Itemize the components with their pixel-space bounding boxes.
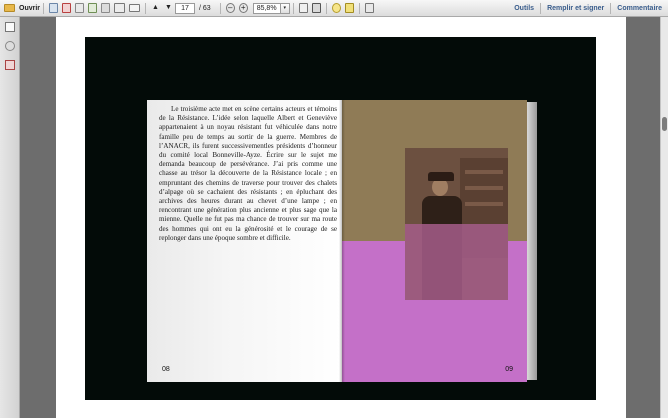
expand-icon[interactable] [364,3,374,13]
folder-icon [4,4,15,12]
comment-icon[interactable] [331,3,341,13]
open-book-image: Le troisième acte met en scène certains … [147,100,537,382]
toolbar: Ouvrir ▲ ▼ 17 / 63 – + 85,8% ▾ Outils Re… [0,0,668,17]
archive-photo [405,148,508,300]
toolbar-divider [145,2,147,14]
attachment-icon[interactable] [5,41,15,51]
right-book-page: 09 [342,100,527,382]
navigation-pane [0,17,20,418]
toolbar-divider [292,2,294,14]
open-label: Ouvrir [19,4,41,12]
toolbar-divider [358,2,360,14]
pages-icon[interactable] [5,22,15,32]
page-total: / 63 [199,4,211,12]
document-area: Le troisième acte met en scène certains … [20,17,660,418]
upload-icon[interactable] [75,3,85,13]
tools-link[interactable]: Outils [508,5,540,12]
share-icon[interactable] [88,3,98,13]
page-photo-background: Le troisième acte met en scène certains … [85,37,596,400]
page-number-input[interactable]: 17 [175,2,196,14]
minus-icon[interactable]: – [225,3,235,13]
vertical-scrollbar[interactable] [660,17,668,418]
toolbar-links: Outils Remplir et signer Commentaire [508,0,668,17]
email-icon[interactable] [129,4,141,12]
toolbar-divider [219,2,221,14]
toolbar-divider [325,2,327,14]
edit-icon[interactable] [62,3,72,13]
arrow-down-icon[interactable]: ▼ [164,3,173,13]
book-gutter [339,100,345,382]
chevron-down-icon[interactable]: ▾ [280,2,290,14]
pdf-page: Le troisième acte met en scène certains … [56,17,626,418]
save-icon[interactable] [101,3,111,13]
print-icon[interactable] [114,3,126,13]
highlight-icon[interactable] [344,3,354,13]
fill-sign-link[interactable]: Remplir et signer [541,5,610,12]
scrollbar-thumb[interactable] [662,117,667,131]
photo-window [465,170,503,174]
left-page-number: 08 [162,366,170,373]
zoom-input[interactable]: 85,8% [252,2,281,14]
photo-window [465,186,503,190]
left-page-text: Le troisième acte met en scène certains … [159,105,337,242]
right-page-number: 09 [505,366,513,373]
plus-icon[interactable]: + [238,3,248,13]
signature-icon[interactable] [5,60,15,70]
book-page-edges [527,102,537,380]
photo-pink-overlay [405,224,508,300]
photo-window [465,202,503,206]
fit-width-icon[interactable] [311,3,321,13]
fit-page-icon[interactable] [298,3,308,13]
toolbar-divider [43,2,45,14]
create-pdf-icon[interactable] [49,3,59,13]
open-button[interactable]: Ouvrir [4,4,40,12]
left-book-page: Le troisième acte met en scène certains … [147,100,342,382]
comment-link[interactable]: Commentaire [611,5,668,12]
photo-figure-hat [428,172,454,181]
arrow-up-icon[interactable]: ▲ [151,3,160,13]
